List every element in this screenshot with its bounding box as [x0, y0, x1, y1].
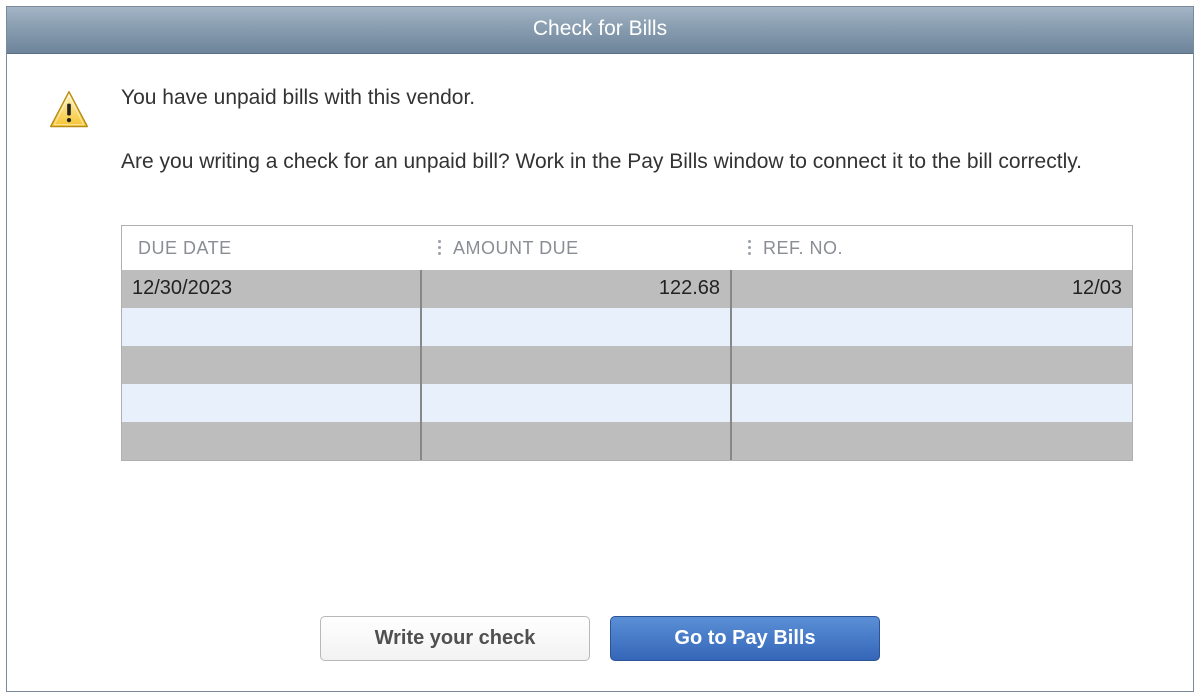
cell-ref-no — [732, 384, 1132, 422]
table-row[interactable] — [122, 346, 1132, 384]
dialog-titlebar: Check for Bills — [7, 7, 1193, 54]
cell-ref-no — [732, 346, 1132, 384]
cell-due-date — [122, 308, 422, 346]
table-row[interactable] — [122, 308, 1132, 346]
col-header-label: AMOUNT DUE — [453, 236, 579, 260]
dialog-buttons: Write your check Go to Pay Bills — [7, 596, 1193, 691]
message-secondary: Are you writing a check for an unpaid bi… — [121, 148, 1133, 176]
icon-column — [47, 84, 91, 566]
cell-due-date — [122, 384, 422, 422]
cell-amount-due — [422, 384, 732, 422]
column-grip-icon[interactable] — [438, 240, 441, 255]
cell-amount-due — [422, 422, 732, 460]
dialog-title: Check for Bills — [533, 17, 667, 40]
table-body: 12/30/2023 122.68 12/03 — [122, 270, 1132, 460]
cell-ref-no — [732, 308, 1132, 346]
col-header-ref-no[interactable]: REF. NO. — [732, 226, 1132, 270]
cell-due-date — [122, 346, 422, 384]
message-primary: You have unpaid bills with this vendor. — [121, 84, 1133, 112]
dialog-content: You have unpaid bills with this vendor. … — [7, 54, 1193, 596]
cell-amount-due — [422, 308, 732, 346]
cell-ref-no — [732, 422, 1132, 460]
col-header-due-date[interactable]: DUE DATE — [122, 226, 422, 270]
table-row[interactable] — [122, 384, 1132, 422]
col-header-label: REF. NO. — [763, 236, 843, 260]
write-your-check-button[interactable]: Write your check — [320, 616, 590, 661]
table-header: DUE DATE AMOUNT DUE REF. NO. — [122, 226, 1132, 270]
col-header-amount-due[interactable]: AMOUNT DUE — [422, 226, 732, 270]
go-to-pay-bills-button[interactable]: Go to Pay Bills — [610, 616, 880, 661]
cell-ref-no: 12/03 — [732, 270, 1132, 308]
cell-due-date: 12/30/2023 — [122, 270, 422, 308]
cell-due-date — [122, 422, 422, 460]
cell-amount-due — [422, 346, 732, 384]
body-column: You have unpaid bills with this vendor. … — [121, 84, 1133, 566]
check-for-bills-dialog: Check for Bills You have unpaid bills wi… — [6, 6, 1194, 692]
col-header-label: DUE DATE — [138, 236, 232, 260]
column-grip-icon[interactable] — [748, 240, 751, 255]
cell-amount-due: 122.68 — [422, 270, 732, 308]
warning-icon — [47, 88, 91, 132]
bills-table: DUE DATE AMOUNT DUE REF. NO. 12/30/2023 … — [121, 225, 1133, 461]
table-row[interactable] — [122, 422, 1132, 460]
table-row[interactable]: 12/30/2023 122.68 12/03 — [122, 270, 1132, 308]
